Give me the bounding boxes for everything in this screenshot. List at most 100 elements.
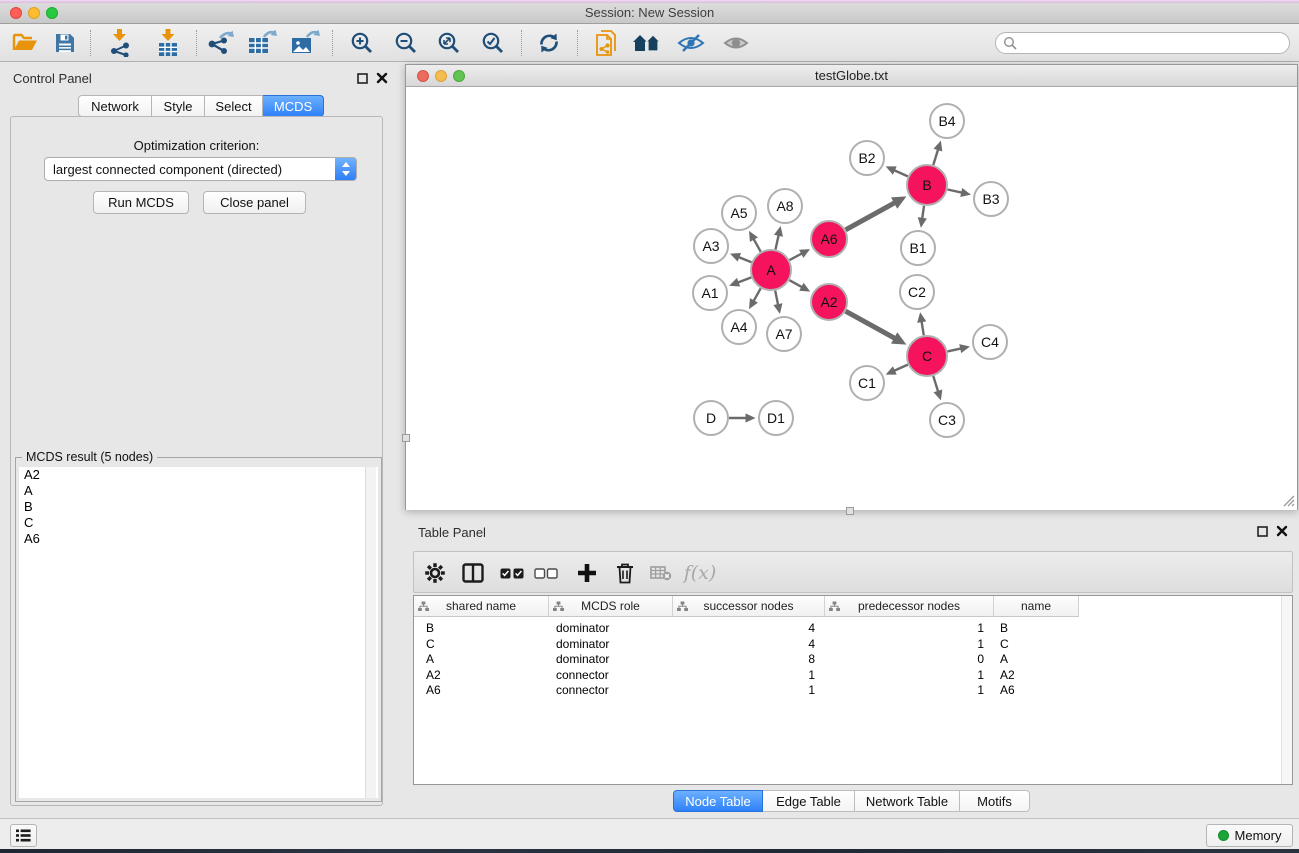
table-cell[interactable]: C xyxy=(414,637,549,653)
float-panel-icon[interactable] xyxy=(357,73,368,84)
import-network-icon[interactable] xyxy=(103,27,137,59)
graph-edge-C-C1[interactable] xyxy=(894,365,908,371)
graph-edge-A-A6[interactable] xyxy=(790,253,803,260)
deselect-all-checkboxes-icon[interactable] xyxy=(531,559,561,587)
window-bottom-resize-handle[interactable] xyxy=(846,507,854,515)
table-cell[interactable]: A2 xyxy=(414,668,549,684)
function-builder-icon[interactable]: f(x) xyxy=(680,559,720,587)
table-cell[interactable]: A6 xyxy=(414,683,549,699)
column-header-successor-nodes[interactable]: successor nodes xyxy=(673,596,825,617)
zoom-window-button[interactable] xyxy=(46,7,58,19)
graph-edge-A-A7[interactable] xyxy=(775,291,778,306)
table-cell[interactable]: dominator xyxy=(549,652,673,668)
table-cell[interactable]: 1 xyxy=(673,668,825,684)
tab-node-table[interactable]: Node Table xyxy=(673,790,763,812)
graph-edge-C-C2[interactable] xyxy=(922,321,924,335)
graph-edge-B-B1[interactable] xyxy=(922,206,924,219)
close-panel-button[interactable]: Close panel xyxy=(203,191,306,214)
close-window-button[interactable] xyxy=(10,7,22,19)
tab-network-table[interactable]: Network Table xyxy=(855,790,960,812)
table-settings-gear-icon[interactable] xyxy=(420,559,450,587)
graph-edge-A-A3[interactable] xyxy=(738,257,751,262)
zoom-network-window-button[interactable] xyxy=(453,70,465,82)
memory-button[interactable]: Memory xyxy=(1206,824,1293,847)
table-cell[interactable]: dominator xyxy=(549,637,673,653)
table-row[interactable]: A6connector11A6 xyxy=(414,683,1079,699)
table-cell[interactable]: 1 xyxy=(825,637,994,653)
new-network-from-selection-icon[interactable] xyxy=(590,27,624,59)
export-image-icon[interactable] xyxy=(288,27,322,59)
zoom-selected-icon[interactable] xyxy=(476,27,510,59)
table-cell[interactable]: A2 xyxy=(994,668,1079,684)
network-view-window[interactable]: testGlobe.txt B4B2BB3A8A5A6A3B1AC2A1A2A4… xyxy=(405,64,1298,510)
result-list-scrollbar[interactable] xyxy=(365,467,376,798)
mcds-result-item[interactable]: A2 xyxy=(19,467,378,483)
graph-edge-A-A4[interactable] xyxy=(753,288,760,301)
table-scrollbar[interactable] xyxy=(1281,596,1292,784)
zoom-out-icon[interactable] xyxy=(389,27,423,59)
column-header-name[interactable]: name xyxy=(994,596,1079,617)
mcds-result-item[interactable]: B xyxy=(19,499,378,515)
graph-edge-B-B4[interactable] xyxy=(933,149,938,165)
table-cell[interactable]: connector xyxy=(549,668,673,684)
table-cell[interactable]: A6 xyxy=(994,683,1079,699)
tab-style[interactable]: Style xyxy=(152,95,205,117)
tab-select[interactable]: Select xyxy=(205,95,263,117)
add-column-icon[interactable] xyxy=(572,559,602,587)
graph-edge-A-A2[interactable] xyxy=(789,280,802,287)
home-first-neighbors-icon[interactable] xyxy=(630,27,664,59)
graph-edge-C-C3[interactable] xyxy=(933,376,938,392)
save-session-icon[interactable] xyxy=(48,27,82,59)
show-panels-list-button[interactable] xyxy=(10,824,37,847)
import-table-icon[interactable] xyxy=(151,27,185,59)
window-titlebar[interactable]: Session: New Session xyxy=(0,3,1299,24)
tab-network[interactable]: Network xyxy=(78,95,152,117)
node-table[interactable]: shared nameMCDS rolesuccessor nodesprede… xyxy=(413,595,1293,785)
search-box[interactable] xyxy=(995,32,1290,54)
export-network-icon[interactable] xyxy=(203,27,237,59)
table-cell[interactable]: A xyxy=(994,652,1079,668)
window-resize-grip[interactable] xyxy=(1282,494,1295,507)
close-network-window-button[interactable] xyxy=(417,70,429,82)
table-cell[interactable]: A xyxy=(414,652,549,668)
refresh-icon[interactable] xyxy=(532,27,566,59)
zoom-fit-icon[interactable] xyxy=(432,27,466,59)
graph-edge-A-A8[interactable] xyxy=(775,235,778,250)
export-table-icon[interactable] xyxy=(245,27,279,59)
table-row[interactable]: Adominator80A xyxy=(414,652,1079,668)
network-canvas[interactable]: B4B2BB3A8A5A6A3B1AC2A1A2A4A7C4CC1DD1C3 xyxy=(406,88,1297,510)
table-cell[interactable]: C xyxy=(994,637,1079,653)
table-row[interactable]: Cdominator41C xyxy=(414,637,1079,653)
search-input[interactable] xyxy=(1017,36,1267,50)
show-details-eye-icon[interactable] xyxy=(719,27,753,59)
column-header-shared-name[interactable]: shared name xyxy=(414,596,549,617)
table-cell[interactable]: B xyxy=(994,621,1079,637)
table-cell[interactable]: 8 xyxy=(673,652,825,668)
tab-motifs[interactable]: Motifs xyxy=(960,790,1030,812)
hide-details-eye-icon[interactable] xyxy=(674,27,708,59)
graph-edge-B-B2[interactable] xyxy=(894,170,908,176)
graph-edge-A-A1[interactable] xyxy=(738,277,752,282)
zoom-in-icon[interactable] xyxy=(345,27,379,59)
minimize-window-button[interactable] xyxy=(28,7,40,19)
graph-edge-A6-B[interactable] xyxy=(846,203,895,230)
mcds-result-item[interactable]: A6 xyxy=(19,531,378,547)
graph-edge-A2-C[interactable] xyxy=(846,311,895,338)
graph-edge-C-C4[interactable] xyxy=(947,348,961,351)
table-cell[interactable]: 0 xyxy=(825,652,994,668)
table-cell[interactable]: B xyxy=(414,621,549,637)
select-all-checkboxes-icon[interactable] xyxy=(497,559,527,587)
table-row[interactable]: A2connector11A2 xyxy=(414,668,1079,684)
run-mcds-button[interactable]: Run MCDS xyxy=(93,191,189,214)
mcds-result-item[interactable]: C xyxy=(19,515,378,531)
delete-column-trash-icon[interactable] xyxy=(610,559,640,587)
column-header-predecessor-nodes[interactable]: predecessor nodes xyxy=(825,596,994,617)
window-left-resize-handle[interactable] xyxy=(402,434,410,442)
mcds-result-list[interactable]: A2ABCA6 xyxy=(19,467,378,798)
network-window-titlebar[interactable]: testGlobe.txt xyxy=(406,65,1297,87)
table-cell[interactable]: dominator xyxy=(549,621,673,637)
criterion-dropdown[interactable]: largest connected component (directed) xyxy=(44,157,357,181)
table-cell[interactable]: 1 xyxy=(673,683,825,699)
close-panel-icon[interactable] xyxy=(376,72,388,84)
mcds-result-item[interactable]: A xyxy=(19,483,378,499)
